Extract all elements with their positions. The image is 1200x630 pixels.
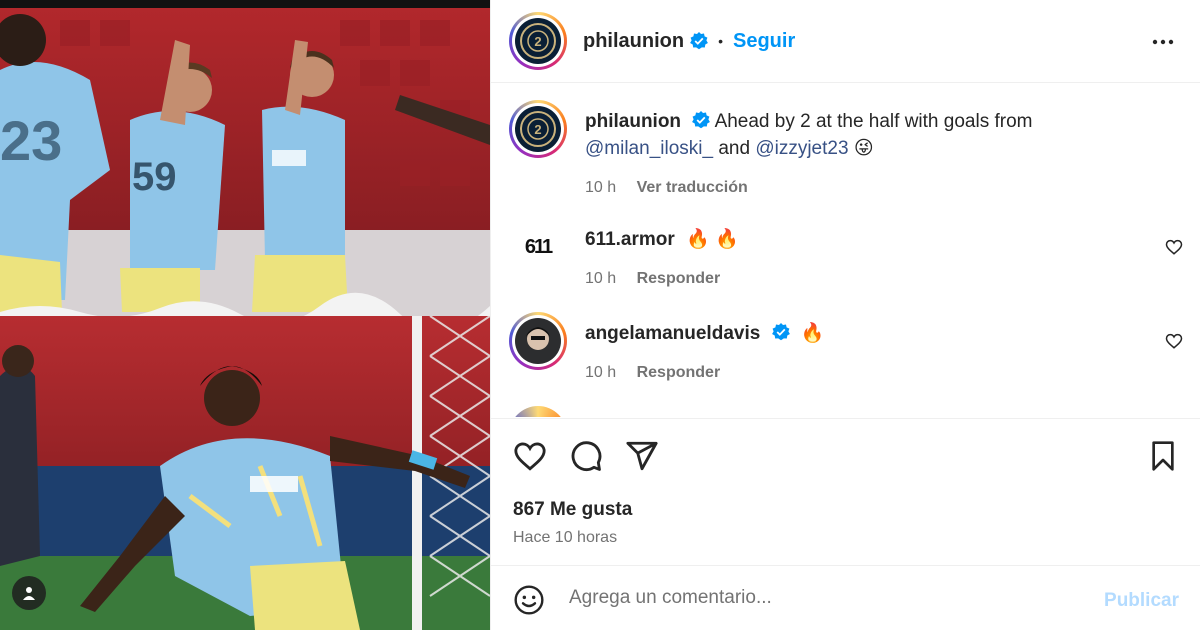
post-photo[interactable]: 23 59 (0, 0, 490, 630)
avatar[interactable]: 2 (509, 12, 567, 70)
comment-meta: 10 h Responder (585, 265, 1145, 292)
comment-composer: Publicar (491, 566, 1200, 630)
comment-text: 🔥 🔥 (686, 229, 739, 250)
svg-text:23: 23 (0, 109, 62, 172)
follow-button[interactable]: Seguir (733, 30, 795, 53)
comment-avatar[interactable] (509, 312, 567, 370)
separator-dot: • (718, 33, 723, 49)
verified-badge-icon (771, 323, 790, 341)
svg-text:59: 59 (132, 155, 177, 199)
union-crest-icon: 2 (515, 18, 561, 64)
post-timestamp: Hace 10 horas (513, 529, 618, 546)
mention-link[interactable]: @izzyjet23 (755, 138, 848, 159)
svg-text:2: 2 (534, 122, 541, 137)
caption-avatar[interactable]: 2 (509, 100, 567, 158)
save-icon[interactable] (1147, 439, 1179, 473)
union-crest-icon: 2 (515, 106, 561, 152)
emoji-icon[interactable] (513, 584, 545, 616)
comments-list[interactable]: 2 philaunion Ahead by 2 at the half with… (491, 84, 1200, 417)
caption-time: 10 h (585, 179, 617, 196)
like-icon[interactable] (513, 439, 547, 473)
caption-meta: 10 h Ver traducción (585, 174, 1145, 201)
comment-username[interactable]: 611.armor (585, 229, 675, 250)
caption-emoji: 😜 (853, 138, 874, 159)
reply-button[interactable]: Responder (637, 364, 721, 381)
verified-badge-icon (692, 111, 711, 129)
caption-and: and (718, 138, 751, 159)
comment-avatar[interactable] (509, 406, 567, 417)
comment-meta: 10 h Responder (585, 359, 1145, 386)
translate-link[interactable]: Ver traducción (637, 179, 748, 196)
share-icon[interactable] (625, 439, 659, 473)
photo-celebration-bottom (0, 316, 490, 630)
heart-small-icon[interactable] (1165, 332, 1183, 350)
caption-text: Ahead by 2 at the half with goals from (714, 111, 1033, 132)
comment-username[interactable]: angelamanueldavis (585, 323, 760, 344)
tag-user-button[interactable] (12, 576, 46, 610)
caption-username[interactable]: philaunion (585, 111, 681, 132)
reply-button[interactable]: Responder (637, 270, 721, 287)
likes-count[interactable]: 867 Me gusta (513, 499, 632, 521)
comment-text: 🔥 (800, 323, 825, 344)
tag-user-icon (23, 587, 35, 600)
post-author-username[interactable]: philaunion (583, 30, 684, 53)
comment-icon[interactable] (569, 439, 603, 473)
user-photo-icon (515, 318, 561, 364)
mention-link[interactable]: @milan_iloski_ (585, 138, 713, 159)
photo-celebration-top: 23 59 (0, 0, 490, 320)
avatar-logo: 611 (524, 235, 553, 258)
post-actions: 867 Me gusta Hace 10 horas (491, 418, 1200, 566)
comment-avatar[interactable]: 611 (509, 218, 567, 276)
comment-time: 10 h (585, 364, 617, 381)
comment-time: 10 h (585, 270, 617, 287)
svg-text:2: 2 (534, 34, 541, 49)
post-detail-panel: 2 philaunion • Seguir 2 philaunion Ahead… (490, 0, 1200, 630)
publish-button[interactable]: Publicar (1104, 590, 1179, 612)
heart-small-icon[interactable] (1165, 238, 1183, 256)
more-options-icon[interactable] (1151, 30, 1175, 54)
verified-badge-icon (690, 32, 708, 50)
comment-input[interactable] (569, 582, 1069, 614)
post-header: 2 philaunion • Seguir (491, 0, 1200, 83)
